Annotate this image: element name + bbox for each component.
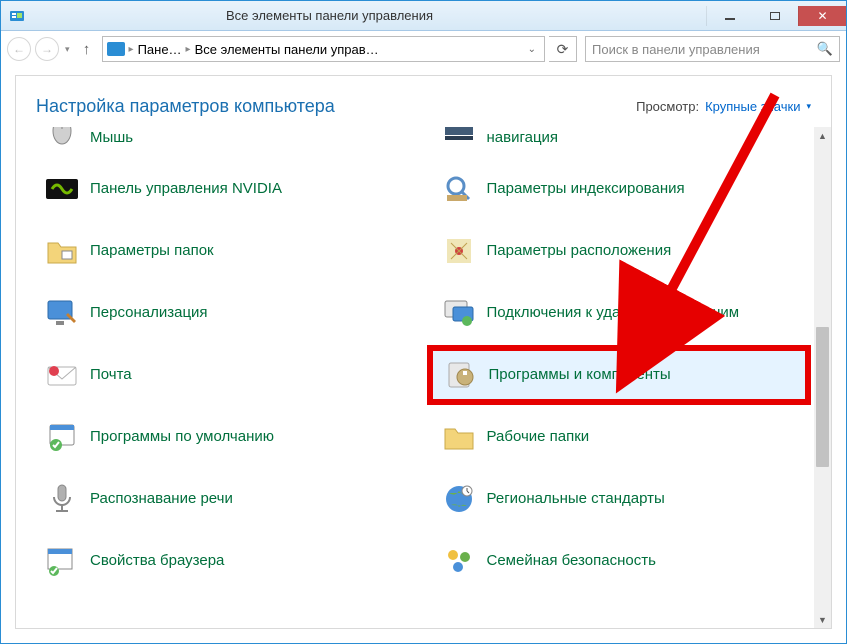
item-programs-features[interactable]: Программы и компоненты — [427, 345, 812, 405]
search-input[interactable]: Поиск в панели управления 🔍 — [585, 36, 840, 62]
mail-icon — [44, 357, 80, 393]
item-label: Персонализация — [90, 304, 208, 322]
item-label: Программы и компоненты — [489, 366, 671, 384]
view-label: Просмотр: — [636, 99, 699, 114]
item-label: Региональные стандарты — [487, 490, 665, 508]
items-grid: Мышь навигация Панель управления NVIDIA … — [16, 127, 811, 595]
maximize-button[interactable] — [752, 6, 798, 26]
content-panel: Настройка параметров компьютера Просмотр… — [15, 75, 832, 629]
scroll-down-button[interactable]: ▼ — [814, 611, 831, 628]
item-label: Рабочие папки — [487, 428, 590, 446]
family-safety-icon — [441, 543, 477, 579]
item-label: Подключения к удаленным рабочим — [487, 304, 740, 322]
item-region[interactable]: Региональные стандарты — [433, 475, 806, 523]
item-rdp[interactable]: Подключения к удаленным рабочим — [433, 289, 806, 337]
item-family-safety[interactable]: Семейная безопасность — [433, 537, 806, 585]
content: Настройка параметров компьютера Просмотр… — [1, 67, 846, 643]
item-label: Мышь — [90, 129, 133, 147]
item-label: Почта — [90, 366, 132, 384]
item-label: Распознавание речи — [90, 490, 233, 508]
item-mouse[interactable]: Мышь — [36, 127, 409, 151]
forward-button[interactable]: → — [35, 37, 59, 61]
item-navigation[interactable]: навигация — [433, 127, 806, 151]
items-area: Мышь навигация Панель управления NVIDIA … — [16, 127, 831, 628]
item-label: Параметры папок — [90, 242, 214, 260]
search-placeholder: Поиск в панели управления — [592, 42, 760, 57]
work-folders-icon — [441, 419, 477, 455]
close-button[interactable]: ✕ — [798, 6, 846, 26]
item-label: Программы по умолчанию — [90, 428, 274, 446]
nvidia-icon — [44, 171, 80, 207]
item-label: навигация — [487, 129, 559, 147]
rdp-icon — [441, 295, 477, 331]
item-folder-options[interactable]: Параметры папок — [36, 227, 409, 275]
item-default-programs[interactable]: Программы по умолчанию — [36, 413, 409, 461]
programs-icon — [443, 357, 479, 393]
chevron-down-icon[interactable]: ▾ — [806, 101, 811, 112]
address-dropdown-icon[interactable]: ⌄ — [524, 44, 540, 55]
item-nvidia[interactable]: Панель управления NVIDIA — [36, 165, 409, 213]
chevron-right-icon[interactable]: ▸ — [186, 44, 191, 55]
view-selector: Просмотр: Крупные значки ▾ — [636, 99, 811, 114]
refresh-button[interactable]: ⟳ — [549, 36, 577, 62]
default-programs-icon — [44, 419, 80, 455]
folder-options-icon — [44, 233, 80, 269]
item-speech[interactable]: Распознавание речи — [36, 475, 409, 523]
item-browser-props[interactable]: Свойства браузера — [36, 537, 409, 585]
address-icon — [107, 42, 125, 56]
item-label: Семейная безопасность — [487, 552, 656, 570]
indexing-icon — [441, 171, 477, 207]
view-mode-link[interactable]: Крупные значки — [705, 99, 800, 114]
scroll-up-button[interactable]: ▲ — [814, 127, 831, 144]
item-label: Параметры расположения — [487, 242, 672, 260]
window-title: Все элементы панели управления — [0, 8, 706, 23]
item-label: Панель управления NVIDIA — [90, 180, 282, 198]
item-mail[interactable]: Почта — [36, 351, 409, 399]
taskbar-icon — [441, 127, 477, 147]
history-dropdown-icon[interactable]: ▾ — [65, 44, 70, 55]
item-work-folders[interactable]: Рабочие папки — [433, 413, 806, 461]
titlebar: Все элементы панели управления ✕ — [1, 1, 846, 31]
item-location[interactable]: Параметры расположения — [433, 227, 806, 275]
item-label: Параметры индексирования — [487, 180, 685, 198]
header-row: Настройка параметров компьютера Просмотр… — [16, 76, 831, 127]
search-icon: 🔍 — [817, 41, 833, 57]
breadcrumb-1[interactable]: Пане… — [138, 42, 182, 57]
window-controls: ✕ — [706, 6, 846, 26]
chevron-right-icon[interactable]: ▸ — [129, 44, 134, 55]
item-indexing[interactable]: Параметры индексирования — [433, 165, 806, 213]
address-bar[interactable]: ▸ Пане… ▸ Все элементы панели управ… ⌄ — [102, 36, 545, 62]
globe-icon — [441, 481, 477, 517]
scrollbar[interactable]: ▲ ▼ — [814, 127, 831, 628]
scroll-thumb[interactable] — [816, 327, 829, 467]
page-title: Настройка параметров компьютера — [36, 96, 335, 117]
mouse-icon — [44, 127, 80, 147]
breadcrumb-2[interactable]: Все элементы панели управ… — [195, 42, 379, 57]
up-button[interactable]: ↑ — [76, 38, 98, 60]
microphone-icon — [44, 481, 80, 517]
back-button[interactable]: ← — [7, 37, 31, 61]
browser-props-icon — [44, 543, 80, 579]
location-icon — [441, 233, 477, 269]
navbar: ← → ▾ ↑ ▸ Пане… ▸ Все элементы панели уп… — [1, 31, 846, 67]
item-personalization[interactable]: Персонализация — [36, 289, 409, 337]
personalization-icon — [44, 295, 80, 331]
minimize-button[interactable] — [706, 6, 752, 26]
item-label: Свойства браузера — [90, 552, 224, 570]
